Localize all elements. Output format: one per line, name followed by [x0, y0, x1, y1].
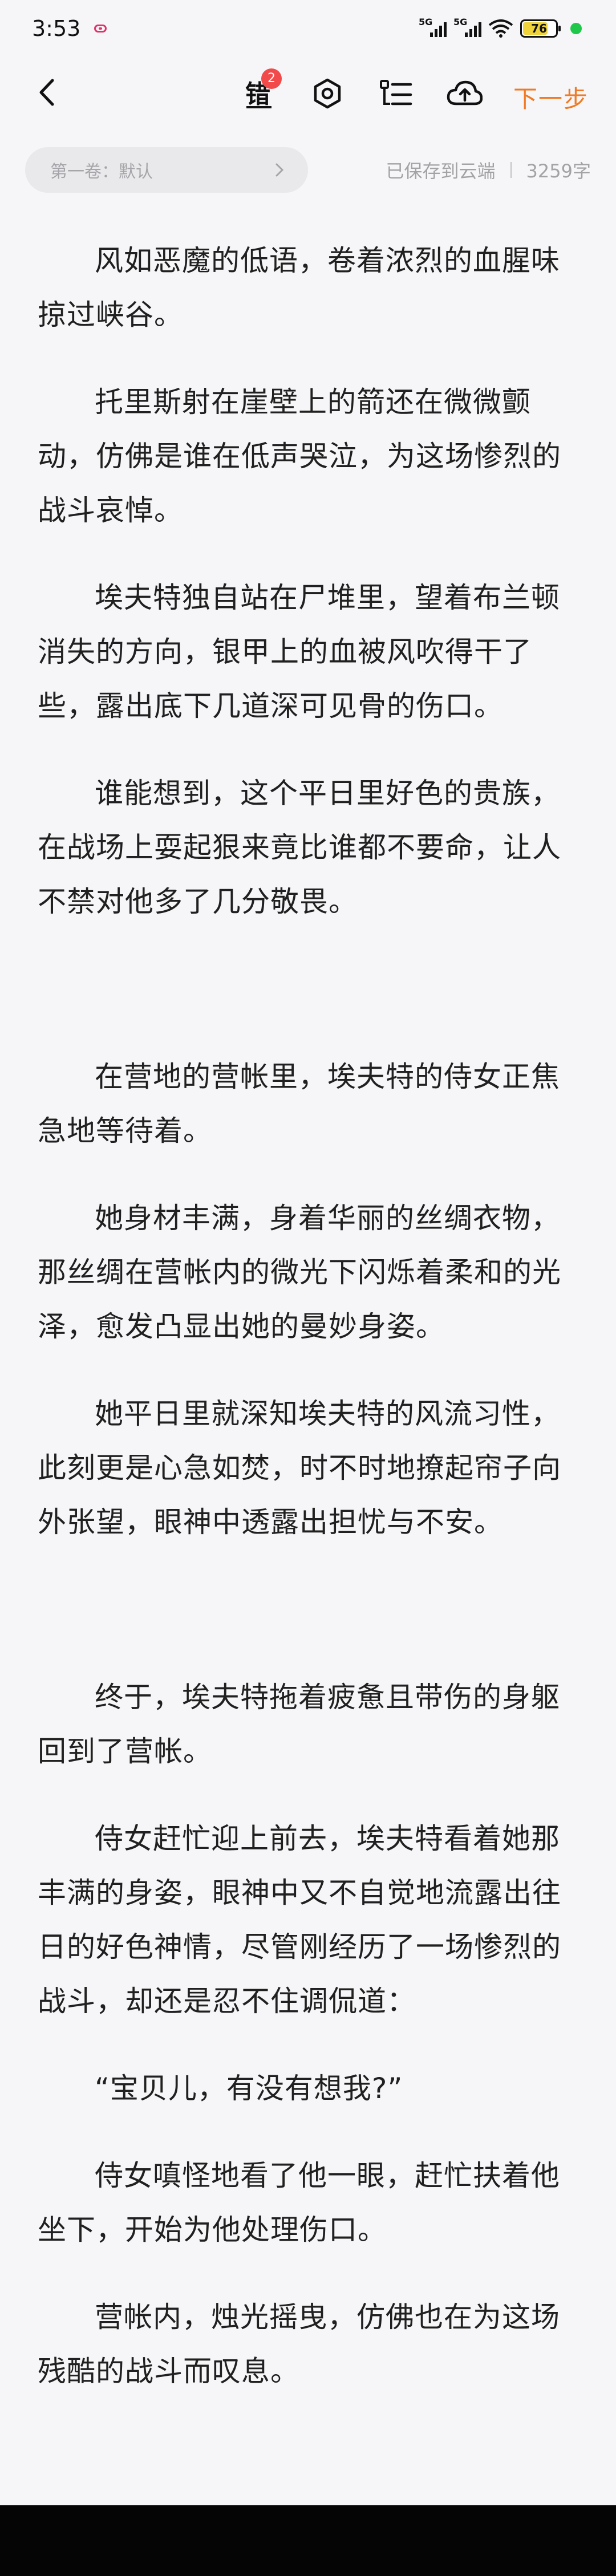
paragraph: 她身材丰满，身着华丽的丝绸衣物，那丝绸在营帐内的微光下闪烁着柔和的光泽，愈发凸显… [38, 1202, 561, 1343]
cloud-upload-icon [447, 80, 483, 106]
paragraph: “宝贝儿，有没有想我?” [95, 2072, 403, 2105]
paragraph: 埃夫特独自站在尸堆里，望着布兰顿消失的方向，银甲上的血被风吹得干了些，露出底下几… [38, 581, 560, 723]
paragraph: 谁能想到，这个平日里好色的贵族，在战场上耍起狠来竟比谁都不要命，让人不禁对他多了… [38, 777, 561, 918]
paragraph: 营帐内，烛光摇曳，仿佛也在为这场残酷的战斗而叹息。 [38, 2301, 560, 2388]
outline-button[interactable] [378, 75, 414, 112]
paragraph: 托里斯射在崖壁上的箭还在微微颤动，仿佛是谁在低声哭泣，为这场惨烈的战斗哀悼。 [38, 386, 561, 527]
outline-list-icon [380, 80, 412, 106]
active-indicator-dot [570, 23, 582, 34]
typo-check-button[interactable]: 错 2 [241, 68, 282, 112]
signal-icon-2: 5G [453, 17, 481, 37]
cloud-upload-button[interactable] [446, 75, 483, 112]
divider [510, 162, 512, 178]
volume-selector[interactable]: 第一卷：默认 [25, 147, 308, 193]
chevron-left-icon [39, 79, 54, 106]
status-right: 5G 5G 76 [419, 17, 582, 38]
paragraph: 侍女嗔怪地看了他一眼，赶忙扶着他坐下，开始为他处理伤口。 [38, 2159, 560, 2246]
chevron-right-icon [275, 163, 284, 177]
status-bar: 3:53 5G 5G 76 [0, 0, 616, 57]
chapter-info-bar: 第一卷：默认 已保存到云端 3259字 [0, 147, 616, 193]
volume-label: 第一卷：默认 [50, 162, 153, 182]
network-label-1: 5G [419, 17, 433, 27]
battery-icon: 76 [520, 19, 561, 38]
paragraph: 她平日里就深知埃夫特的风流习性，此刻更是心急如焚，时不时地撩起帘子向外张望，眼神… [38, 1397, 561, 1539]
battery-level: 76 [531, 22, 547, 35]
editor-toolbar: 错 2 下一步 [0, 63, 616, 125]
settings-button[interactable] [309, 75, 346, 112]
status-time: 3:53 [32, 16, 81, 41]
next-step-button[interactable]: 下一步 [513, 80, 589, 115]
settings-hexagon-icon [314, 78, 341, 109]
paragraph: 侍女赶忙迎上前去，埃夫特看着她那丰满的身姿，眼神中又不自觉地流露出往日的好色神情… [38, 1822, 561, 2018]
chapter-editor[interactable]: 风如恶魔的低语，卷着浓烈的血腥味掠过峡谷。 托里斯射在崖壁上的箭还在微微颤动，仿… [38, 234, 585, 2399]
wifi-icon [488, 19, 513, 38]
system-navigation-bar [0, 2505, 616, 2576]
save-info: 已保存到云端 3259字 [386, 147, 591, 193]
network-label-2: 5G [453, 17, 468, 27]
paragraph: 在营地的营帐里，埃夫特的侍女正焦急地等待着。 [38, 1060, 560, 1147]
notification-icon [94, 25, 107, 33]
paragraph: 终于，埃夫特拖着疲惫且带伤的身躯回到了营帐。 [38, 1681, 560, 1768]
save-status: 已保存到云端 [386, 160, 496, 182]
typo-badge: 2 [261, 68, 282, 89]
status-left: 3:53 [32, 16, 107, 41]
signal-icon: 5G [419, 17, 447, 37]
back-button[interactable] [30, 75, 64, 109]
word-count: 3259字 [526, 160, 591, 182]
paragraph: 风如恶魔的低语，卷着浓烈的血腥味掠过峡谷。 [38, 244, 560, 331]
